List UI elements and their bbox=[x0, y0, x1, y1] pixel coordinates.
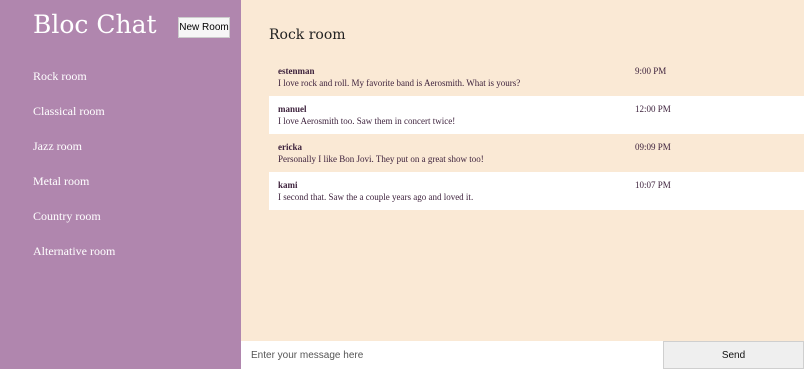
message-input[interactable] bbox=[241, 341, 663, 369]
send-button[interactable]: Send bbox=[663, 341, 804, 369]
message-username: estenman bbox=[278, 66, 315, 76]
message-text: I love rock and roll. My favorite band i… bbox=[278, 78, 521, 88]
sidebar-item-country-room[interactable]: Country room bbox=[33, 207, 115, 242]
message-username: kami bbox=[278, 180, 298, 190]
message-list: estenman I love rock and roll. My favori… bbox=[269, 58, 804, 210]
chat-main: Rock room estenman I love rock and roll.… bbox=[241, 0, 804, 341]
message-composer: Send bbox=[241, 341, 804, 369]
sidebar-item-metal-room[interactable]: Metal room bbox=[33, 172, 115, 207]
message-time: 10:07 PM bbox=[635, 180, 671, 190]
message-row: estenman I love rock and roll. My favori… bbox=[269, 58, 804, 96]
message-time: 09:09 PM bbox=[635, 142, 671, 152]
message-time: 9:00 PM bbox=[635, 66, 667, 76]
message-row: manuel I love Aerosmith too. Saw them in… bbox=[269, 96, 804, 134]
room-list: Rock room Classical room Jazz room Metal… bbox=[33, 67, 115, 277]
message-username: ericka bbox=[278, 142, 302, 152]
room-title: Rock room bbox=[269, 27, 346, 43]
message-text: I second that. Saw the a couple years ag… bbox=[278, 192, 474, 202]
message-time: 12:00 PM bbox=[635, 104, 671, 114]
message-text: Personally I like Bon Jovi. They put on … bbox=[278, 154, 484, 164]
sidebar-item-classical-room[interactable]: Classical room bbox=[33, 102, 115, 137]
sidebar: Bloc Chat New Room Rock room Classical r… bbox=[0, 0, 241, 369]
message-text: I love Aerosmith too. Saw them in concer… bbox=[278, 116, 456, 126]
sidebar-item-rock-room[interactable]: Rock room bbox=[33, 67, 115, 102]
sidebar-item-alternative-room[interactable]: Alternative room bbox=[33, 242, 115, 277]
app-title: Bloc Chat bbox=[33, 10, 157, 39]
message-row: kami I second that. Saw the a couple yea… bbox=[269, 172, 804, 210]
sidebar-item-jazz-room[interactable]: Jazz room bbox=[33, 137, 115, 172]
new-room-button[interactable]: New Room bbox=[178, 17, 230, 38]
message-row: ericka Personally I like Bon Jovi. They … bbox=[269, 134, 804, 172]
message-username: manuel bbox=[278, 104, 307, 114]
